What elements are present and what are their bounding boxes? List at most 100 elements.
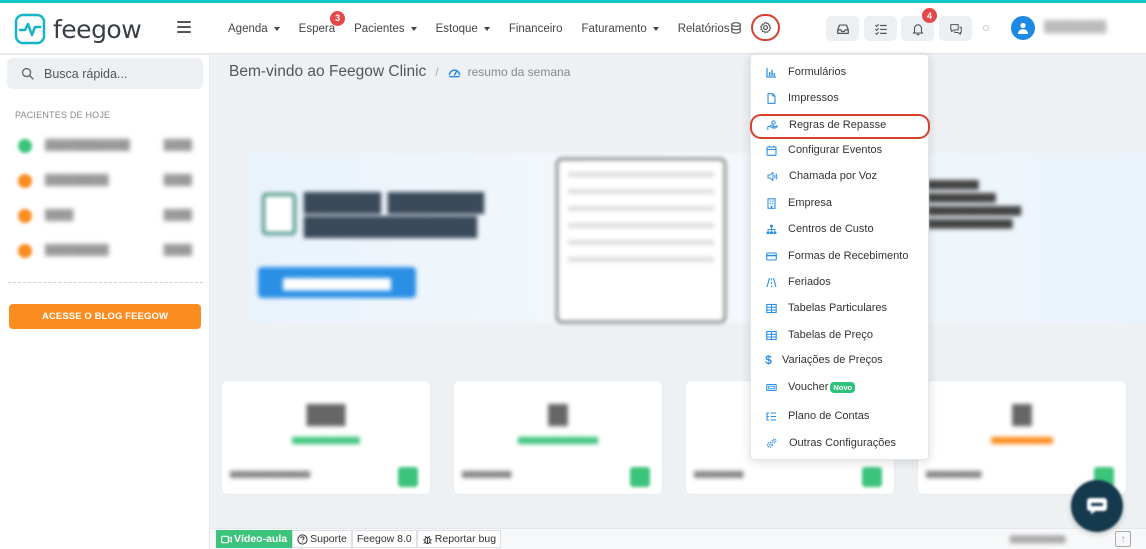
menu-item-centros-de-custo[interactable]: Centros de Custo	[751, 216, 930, 242]
settings-button[interactable]	[751, 14, 780, 41]
logo[interactable]: feegow	[14, 13, 142, 45]
menu-item-variacoes-de-precos[interactable]: $ Variações de Preços	[751, 347, 930, 373]
sidebar: PACIENTES DE HOJE ████████████████ █████…	[0, 55, 210, 549]
stat-card: ▆ ▆▆▆▆▆▆▆▆▆▆ ▆▆▆▆▆▆▆▆▆	[917, 380, 1127, 495]
nav-financeiro[interactable]: Financeiro	[509, 23, 563, 35]
add-button[interactable]	[630, 467, 650, 487]
stat-card: ▆ ▆▆▆▆▆▆▆▆▆▆▆▆▆ ▆▆▆▆▆▆▆▆	[453, 380, 663, 495]
patient-time-redacted: ████	[163, 175, 192, 186]
stat-value-redacted: ▆	[1012, 398, 1032, 426]
main-content: Bem-vindo ao Feegow Clinic / resumo da s…	[210, 55, 1146, 549]
hand-money-icon	[767, 119, 778, 131]
status-dot	[18, 243, 32, 258]
logo-icon	[14, 13, 46, 45]
stat-footer-redacted: ▆▆▆▆▆▆▆▆▆	[926, 469, 982, 478]
scroll-to-top-icon[interactable]: ↑	[1115, 531, 1131, 547]
nav-agenda-label: Agenda	[228, 22, 268, 35]
invoice-icon	[262, 193, 296, 235]
brand-name: feegow	[53, 14, 142, 44]
menu-item-label: Outras Configurações	[789, 437, 896, 449]
menu-item-tabelas-de-preco[interactable]: Tabelas de Preço	[751, 322, 930, 348]
section-title-today-patients: PACIENTES DE HOJE	[15, 110, 111, 120]
footer-links: Vídeo-aula Suporte Feegow 8.0 Reportar b…	[216, 529, 502, 549]
credit-card-icon	[766, 251, 777, 262]
nav-relatorios[interactable]: Relatórios	[678, 23, 730, 35]
menu-item-label: Impressos	[788, 92, 839, 104]
nav-espera[interactable]: Espera 3	[298, 10, 346, 35]
espera-count-badge: 3	[330, 10, 346, 26]
breadcrumb: Bem-vindo ao Feegow Clinic / resumo da s…	[229, 63, 570, 81]
chat-button[interactable]	[939, 16, 972, 41]
bar-chart-icon	[766, 67, 777, 78]
menu-item-plano-de-contas[interactable]: Plano de Contas	[751, 403, 930, 429]
nav-pacientes-label: Pacientes	[354, 22, 405, 35]
menu-item-label: Voucher	[788, 381, 829, 393]
menu-item-regras-de-repasse[interactable]: Regras de Repasse	[751, 112, 930, 138]
menu-item-voucher[interactable]: Voucher Novo	[751, 374, 930, 400]
stat-label-redacted: ▆▆▆▆▆▆▆▆▆▆	[991, 435, 1053, 444]
patient-name-redacted: █████████	[45, 175, 109, 186]
stat-footer-redacted: ▆▆▆▆▆▆▆▆	[462, 469, 512, 478]
chevron-down-icon	[483, 26, 490, 31]
main-nav: Agenda Espera 3 Pacientes Estoque Finance…	[228, 3, 749, 54]
nav-pacientes[interactable]: Pacientes	[354, 23, 417, 35]
divider	[8, 282, 203, 283]
menu-item-label: Regras de Repasse	[789, 119, 887, 131]
patient-name-redacted: ████████████	[45, 140, 131, 151]
banner-cta-button[interactable]: ▆▆▆▆▆▆▆▆▆▆	[258, 267, 416, 298]
footer-bar: Vídeo-aula Suporte Feegow 8.0 Reportar b…	[210, 528, 1146, 549]
nav-agenda[interactable]: Agenda	[228, 23, 280, 35]
gears-icon	[766, 438, 777, 449]
bug-icon	[422, 535, 432, 544]
search-icon	[21, 67, 34, 80]
menu-item-tabelas-particulares[interactable]: Tabelas Particulares	[751, 295, 930, 321]
nav-estoque[interactable]: Estoque	[436, 23, 490, 35]
support-button[interactable]: Suporte	[292, 530, 352, 548]
menu-item-label: Chamada por Voz	[789, 170, 878, 182]
patient-time-redacted: ████	[163, 245, 192, 256]
report-bug-button[interactable]: Reportar bug	[416, 530, 502, 548]
breadcrumb-current: resumo da semana	[467, 65, 571, 79]
footer-right-redacted: ▆▆▆▆▆▆▆▆	[1010, 533, 1066, 543]
menu-item-configurar-eventos[interactable]: Configurar Eventos	[751, 137, 930, 163]
menu-item-label: Formas de Recebimento	[788, 250, 909, 262]
user-name-redacted: ████████	[1044, 21, 1107, 33]
menu-item-impressos[interactable]: Impressos	[751, 85, 930, 111]
list-item[interactable]: █████████ ████	[0, 233, 210, 268]
menu-item-formularios[interactable]: Formulários	[751, 59, 930, 85]
inbox-icon	[836, 23, 849, 34]
menu-item-feriados[interactable]: Feriados	[751, 269, 930, 295]
banner-screenshot-image	[556, 158, 726, 323]
stat-value-redacted: ▆▆	[306, 398, 346, 426]
video-lesson-button[interactable]: Vídeo-aula	[216, 530, 293, 548]
menu-toggle-icon[interactable]	[177, 21, 191, 33]
chat-widget-button[interactable]	[1071, 480, 1123, 532]
blog-button[interactable]: ACESSE O BLOG FEEGOW	[9, 304, 201, 329]
version-label: Feegow 8.0	[351, 530, 417, 548]
stat-card: ▆▆ ▆▆▆▆▆▆▆▆▆▆▆ ▆▆▆▆▆▆▆▆▆▆▆▆▆	[221, 380, 431, 495]
checklist-button[interactable]	[864, 16, 897, 41]
search-box[interactable]	[7, 58, 203, 89]
menu-item-empresa[interactable]: Empresa	[751, 190, 930, 216]
menu-item-formas-de-recebimento[interactable]: Formas de Recebimento	[751, 243, 930, 269]
menu-item-chamada-por-voz[interactable]: Chamada por Voz	[751, 163, 930, 189]
inbox-button[interactable]	[826, 16, 859, 41]
nav-espera-label: Espera	[298, 22, 336, 35]
notifications-button[interactable]: 4	[901, 8, 937, 41]
list-item[interactable]: ████ ████	[0, 198, 210, 233]
search-input[interactable]	[44, 66, 194, 81]
calendar-icon	[766, 145, 777, 156]
database-icon[interactable]	[731, 22, 741, 34]
banner-title-redacted: ▆▆▆▆ ▆▆▆▆▆ ▆▆▆▆▆▆▆▆▆	[304, 186, 484, 238]
list-item[interactable]: █████████ ████	[0, 163, 210, 198]
sitemap-icon	[766, 224, 777, 235]
avatar[interactable]	[1011, 16, 1035, 40]
nav-faturamento[interactable]: Faturamento	[582, 23, 659, 35]
nav-financeiro-label: Financeiro	[508, 22, 563, 35]
chat-bubble-icon	[1087, 498, 1107, 515]
menu-item-outras-configuracoes[interactable]: Outras Configurações	[751, 430, 930, 456]
add-button[interactable]	[862, 467, 882, 487]
add-button[interactable]	[398, 467, 418, 487]
list-item[interactable]: ████████████ ████	[0, 128, 210, 163]
promo-banner[interactable]: ▆▆▆▆ ▆▆▆▆▆ ▆▆▆▆▆▆▆▆▆ ▆▆▆▆▆▆▆▆▆▆ ▆▆▆▆▆▆ ▆▆▆…	[248, 153, 1146, 323]
